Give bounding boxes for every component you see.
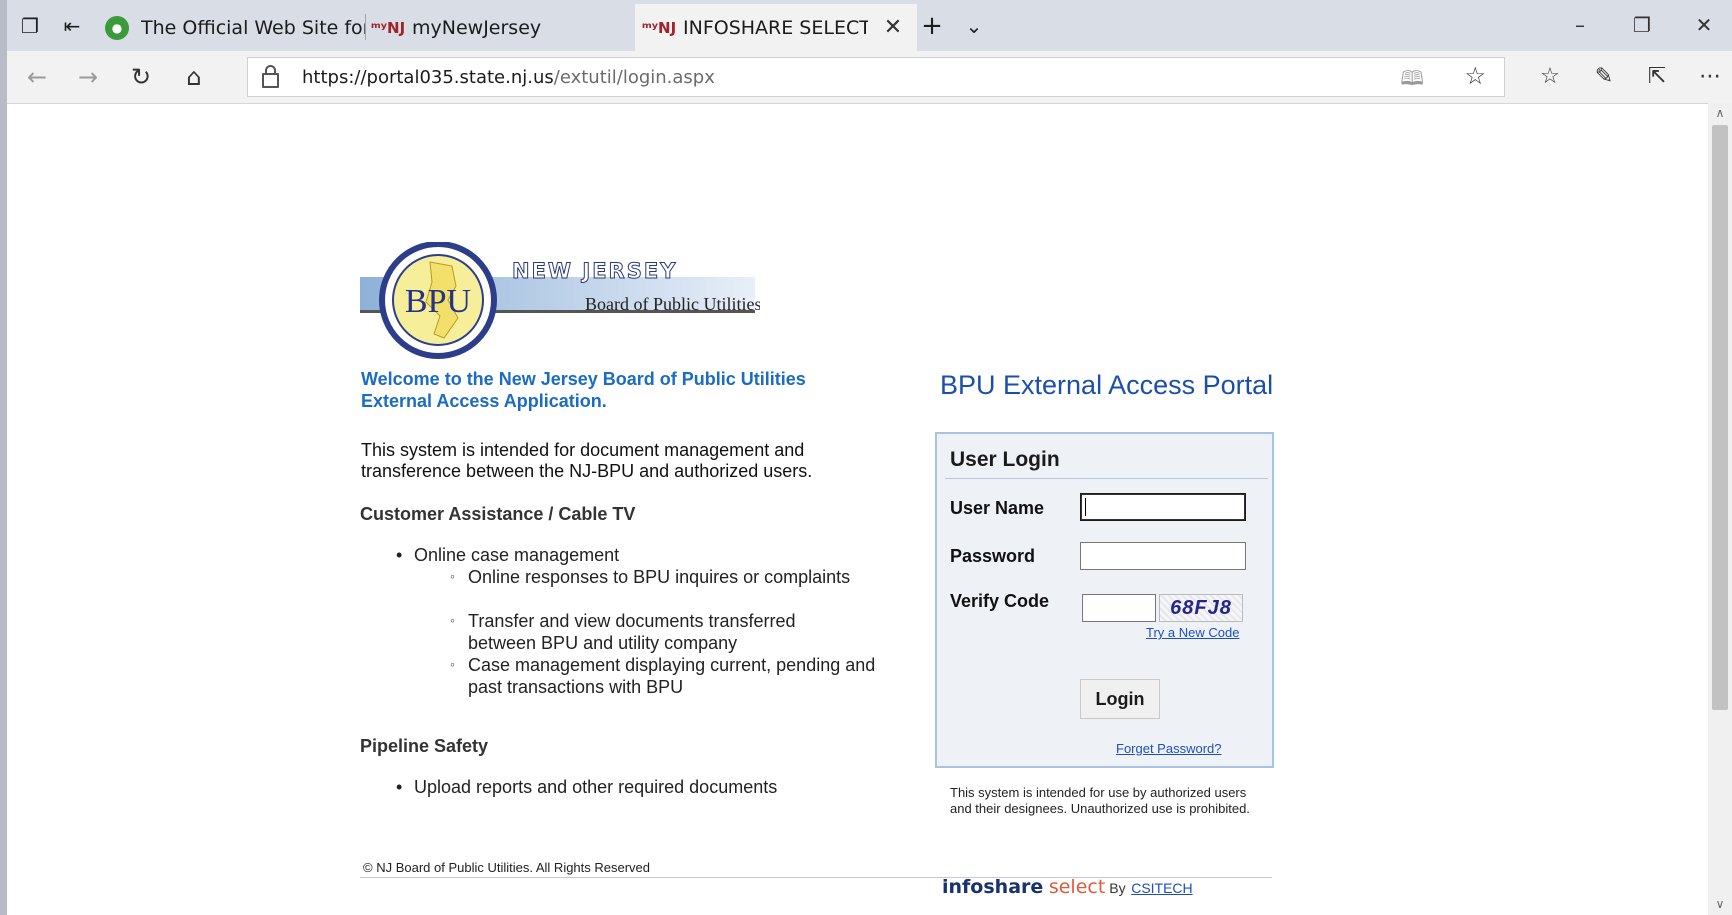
- sub-list-item-text: Transfer and view documents transferred …: [468, 611, 796, 653]
- bullet-icon: •: [396, 777, 403, 797]
- close-window-icon[interactable]: ✕: [1676, 8, 1732, 42]
- address-bar: ← → ↻ ⌂ https://portal035.state.nj.us/ex…: [7, 51, 1732, 104]
- refresh-icon[interactable]: ↻: [126, 62, 156, 92]
- tab-title: myNewJersey: [412, 16, 542, 39]
- login-panel: User Login User Name Password Verify Cod…: [935, 432, 1274, 768]
- favorites-list-icon[interactable]: ☆: [1534, 61, 1566, 93]
- mynj-icon: ᵐʸNJ: [641, 18, 677, 37]
- welcome-text: Welcome to the New Jersey Board of Publi…: [361, 369, 806, 411]
- disclaimer-text: This system is intended for use by autho…: [950, 785, 1250, 816]
- reading-view-icon[interactable]: 🕮: [1400, 64, 1424, 98]
- tab-infoshare[interactable]: ᵐʸNJ INFOSHARE SELECT Log ✕: [635, 4, 917, 51]
- close-tab-icon[interactable]: ✕: [882, 15, 904, 40]
- brand-select: select: [1048, 876, 1106, 898]
- login-button[interactable]: Login: [1080, 679, 1160, 719]
- infoshare-brand: infoshare select By CSITECH: [942, 876, 1193, 899]
- tab-manager-icon[interactable]: ❐: [18, 14, 42, 38]
- section-pipeline-safety: Pipeline Safety: [360, 736, 489, 756]
- brand-infoshare: infoshare: [942, 876, 1044, 898]
- restore-icon[interactable]: ❐: [1614, 8, 1670, 42]
- browser-titlebar: ❐ ⇤ ● The Official Web Site for Th ᵐʸNJ …: [0, 0, 1732, 51]
- username-field[interactable]: [1080, 493, 1246, 521]
- username-label: User Name: [950, 498, 1045, 518]
- set-tabs-aside-icon[interactable]: ⇤: [60, 14, 84, 38]
- scroll-thumb[interactable]: [1712, 125, 1728, 710]
- bullet-circle-icon: ◦: [450, 568, 455, 584]
- back-arrow-icon[interactable]: ←: [22, 62, 52, 92]
- more-menu-icon[interactable]: ⋯: [1694, 61, 1726, 93]
- share-icon[interactable]: ⇱: [1641, 61, 1673, 93]
- window-frame: [0, 0, 7, 915]
- url-text: https://portal035.state.nj.us/extutil/lo…: [302, 67, 715, 88]
- list-item-text: Upload reports and other required docume…: [414, 777, 778, 797]
- url-path: /extutil/login.aspx: [553, 67, 715, 88]
- sub-list-item: ◦ Case management displaying current, pen…: [450, 654, 888, 698]
- new-code-link[interactable]: Try a New Code: [1146, 625, 1239, 640]
- lock-icon: [262, 65, 279, 88]
- url-input[interactable]: https://portal035.state.nj.us/extutil/lo…: [247, 57, 1505, 97]
- tab-title: INFOSHARE SELECT Log: [683, 16, 868, 39]
- intro-text: This system is intended for document man…: [361, 440, 813, 481]
- brand-by: By: [1109, 880, 1126, 896]
- captcha-image: 68FJ8: [1159, 594, 1243, 622]
- new-tab-icon[interactable]: +: [920, 13, 944, 39]
- pen-notes-icon[interactable]: ✎: [1588, 61, 1620, 93]
- csitech-link[interactable]: CSITECH: [1131, 880, 1192, 896]
- list-item: • Upload reports and other required docum…: [396, 776, 778, 798]
- list-item-text: Online case management: [414, 545, 620, 565]
- forward-arrow-icon[interactable]: →: [73, 62, 103, 92]
- bullet-icon: •: [396, 545, 403, 565]
- bpu-logo: BPU NEW JERSEY Board of Public Utilities: [360, 242, 760, 359]
- list-item: • Online case management: [396, 544, 620, 566]
- favorite-star-icon[interactable]: ☆: [1464, 62, 1486, 91]
- verify-code-field[interactable]: [1082, 594, 1156, 622]
- mynj-icon: ᵐʸNJ: [370, 18, 406, 37]
- sub-list-item: ◦ Online responses to BPU inquires or com…: [450, 566, 888, 588]
- scroll-up-icon[interactable]: ∧: [1708, 104, 1732, 122]
- home-icon[interactable]: ⌂: [179, 62, 209, 92]
- section-customer-assistance: Customer Assistance / Cable TV: [360, 504, 636, 524]
- sub-list-item-text: Online responses to BPU inquires or comp…: [468, 567, 851, 587]
- tab-title: The Official Web Site for Th: [141, 16, 375, 39]
- tab-nj-official[interactable]: ● The Official Web Site for Th: [95, 4, 375, 51]
- bullet-circle-icon: ◦: [450, 612, 455, 628]
- tab-preview-chevron-icon[interactable]: ⌄: [962, 14, 986, 38]
- copyright-text: © NJ Board of Public Utilities. All Righ…: [363, 860, 651, 875]
- password-label: Password: [950, 546, 1036, 566]
- scroll-down-icon[interactable]: ∨: [1708, 895, 1732, 913]
- logo-line2: Board of Public Utilities: [585, 294, 760, 314]
- nj-seal-icon: ●: [105, 15, 129, 40]
- minimize-icon[interactable]: –: [1552, 8, 1608, 42]
- logo-seal-text: BPU: [405, 283, 471, 320]
- tab-mynewjersey[interactable]: ᵐʸNJ myNewJersey: [366, 4, 644, 51]
- login-title: User Login: [950, 448, 1060, 471]
- url-host: https://portal035.state.nj.us: [302, 67, 554, 88]
- password-field[interactable]: [1080, 542, 1246, 570]
- portal-title: BPU External Access Portal: [940, 370, 1274, 400]
- sub-list-item-text: Case management displaying current, pend…: [468, 655, 876, 697]
- login-divider: [945, 478, 1268, 479]
- logo-line1: NEW JERSEY: [512, 259, 677, 283]
- forget-password-link[interactable]: Forget Password?: [1116, 741, 1222, 756]
- bullet-circle-icon: ◦: [450, 656, 455, 672]
- verify-code-label: Verify Code: [950, 591, 1050, 611]
- sub-list-item: ◦ Transfer and view documents transferred…: [450, 610, 868, 654]
